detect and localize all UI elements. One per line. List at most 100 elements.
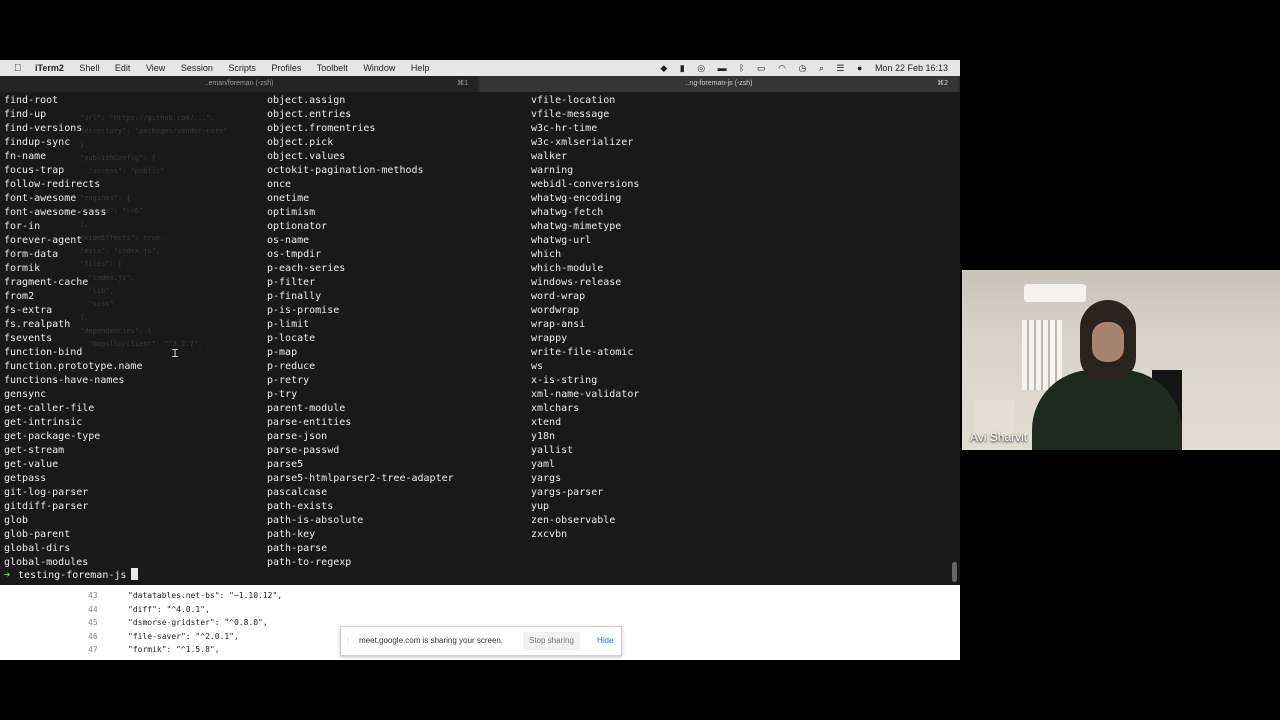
time-machine-icon[interactable]: ◷: [798, 63, 806, 73]
hide-button[interactable]: Hide: [597, 627, 613, 655]
package-name: write-file-atomic: [531, 347, 634, 358]
package-name: object.assign: [267, 95, 346, 106]
screen-share-banner: ⦙ meet.google.com is sharing your screen…: [340, 626, 622, 656]
package-name: form-data: [4, 249, 59, 260]
package-name: yallist: [531, 445, 574, 456]
shell-prompt[interactable]: ➜ testing-foreman-js: [4, 568, 139, 583]
tab-shortcut: ⌘1: [457, 80, 468, 87]
status-icon[interactable]: ▮: [680, 63, 685, 73]
package-name: word-wrap: [531, 291, 586, 302]
code-line-text: "diff": "^4.0.1",: [128, 604, 210, 614]
package-name: p-finally: [267, 291, 322, 302]
menu-profiles[interactable]: Profiles: [271, 63, 301, 73]
menu-help[interactable]: Help: [411, 63, 430, 73]
package-name: global-dirs: [4, 543, 71, 554]
package-name: xtend: [531, 417, 562, 428]
text-cursor-icon: Ɪ: [172, 348, 179, 360]
package-name: pascalcase: [267, 487, 328, 498]
package-name: fsevents: [4, 333, 53, 344]
package-name: x-is-string: [531, 375, 598, 386]
package-name: w3c-xmlserializer: [531, 137, 634, 148]
package-name: getpass: [4, 473, 47, 484]
package-name: font-awesome-sass: [4, 207, 107, 218]
share-message: meet.google.com is sharing your screen.: [359, 636, 504, 645]
package-name: function-bind: [4, 347, 83, 358]
battery-icon[interactable]: ▭: [757, 63, 766, 73]
package-name: p-limit: [267, 319, 310, 330]
participant-name: Avi Sharvit: [970, 430, 1028, 444]
package-name: p-reduce: [267, 361, 316, 372]
window-blinds: [1022, 320, 1062, 390]
stop-sharing-button[interactable]: Stop sharing: [523, 632, 580, 650]
app-menu[interactable]: iTerm2: [35, 63, 64, 73]
menu-window[interactable]: Window: [363, 63, 395, 73]
status-icon[interactable]: ◆: [660, 63, 667, 73]
shelf: [974, 400, 1014, 434]
package-name: parse-entities: [267, 417, 352, 428]
package-name: fs-extra: [4, 305, 53, 316]
package-name: optimism: [267, 207, 316, 218]
tab-shortcut: ⌘2: [937, 80, 948, 87]
participant-video-tile[interactable]: Avi Sharvit: [962, 270, 1280, 450]
package-name: for-in: [4, 221, 41, 232]
package-name: parse5: [267, 459, 304, 470]
menu-shell[interactable]: Shell: [79, 63, 99, 73]
package-name: xmlchars: [531, 403, 580, 414]
package-name: yup: [531, 501, 550, 512]
menu-scripts[interactable]: Scripts: [228, 63, 256, 73]
status-icon[interactable]: ◎: [697, 63, 705, 73]
code-line-number: 46: [88, 631, 98, 641]
package-name: whatwg-url: [531, 235, 592, 246]
package-name: get-value: [4, 459, 59, 470]
package-name: p-locate: [267, 333, 316, 344]
apple-menu-icon[interactable]: : [14, 63, 22, 74]
package-name: parse5-htmlparser2-tree-adapter: [267, 473, 454, 484]
package-name: webidl-conversions: [531, 179, 640, 190]
menu-session[interactable]: Session: [181, 63, 213, 73]
package-name: from2: [4, 291, 35, 302]
terminal-output[interactable]: "url": "https://github.com/...", "direct…: [0, 92, 960, 585]
package-list-column-3: vfile-location vfile-message w3c-hr-time w3…: [531, 94, 639, 542]
terminal-cursor: [131, 568, 139, 580]
prompt-directory: testing-foreman-js: [18, 570, 127, 581]
package-name: yargs: [531, 473, 562, 484]
tab-testing-foreman-js[interactable]: ..ng-foreman-js (-zsh) ⌘2: [480, 76, 958, 92]
package-name: whatwg-fetch: [531, 207, 604, 218]
menubar-clock[interactable]: Mon 22 Feb 16:13: [875, 63, 948, 73]
tab-foreman[interactable]: ..eman/foreman (-zsh) ⌘1: [0, 76, 478, 92]
flag-icon[interactable]: ▬: [718, 63, 727, 73]
search-icon[interactable]: ⌕: [819, 63, 824, 73]
prompt-arrow-icon: ➜: [4, 570, 11, 581]
code-line-number: 44: [88, 604, 98, 614]
package-name: functions-have-names: [4, 375, 125, 386]
package-name: p-each-series: [267, 263, 346, 274]
package-name: walker: [531, 151, 568, 162]
siri-icon[interactable]: ●: [857, 63, 862, 73]
terminal-scrollbar[interactable]: [952, 562, 957, 582]
bluetooth-icon[interactable]: ᛒ: [739, 63, 744, 73]
drag-handle-icon[interactable]: ⦙: [347, 627, 349, 655]
package-name: whatwg-encoding: [531, 193, 622, 204]
menu-toolbelt[interactable]: Toolbelt: [317, 63, 348, 73]
package-name: once: [267, 179, 292, 190]
package-name: w3c-hr-time: [531, 123, 598, 134]
package-name: xml-name-validator: [531, 389, 640, 400]
package-name: zxcvbn: [531, 529, 568, 540]
package-name: glob: [4, 515, 29, 526]
package-name: path-exists: [267, 501, 334, 512]
package-name: p-retry: [267, 375, 310, 386]
control-center-icon[interactable]: ☰: [836, 63, 844, 73]
menu-view[interactable]: View: [146, 63, 165, 73]
package-name: vfile-message: [531, 109, 610, 120]
package-name: octokit-pagination-methods: [267, 165, 424, 176]
package-name: path-to-regexp: [267, 557, 352, 568]
package-name: windows-release: [531, 277, 622, 288]
code-line-text: "datatables.net-bs": "~1.10.12",: [128, 591, 283, 600]
package-name: os-tmpdir: [267, 249, 322, 260]
macos-menu-bar:  iTerm2 Shell Edit View Session Scripts…: [0, 60, 960, 76]
wifi-icon[interactable]: ◠: [778, 63, 786, 73]
tab-title: ..ng-foreman-js (-zsh): [685, 80, 753, 87]
package-name: p-filter: [267, 277, 316, 288]
package-name: p-is-promise: [267, 305, 340, 316]
menu-edit[interactable]: Edit: [115, 63, 131, 73]
